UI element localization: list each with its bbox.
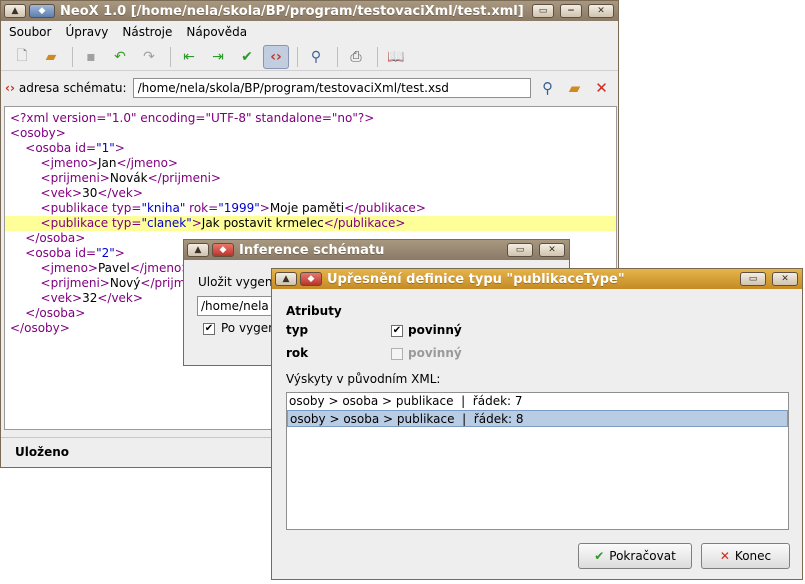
schema-search-icon[interactable]: ⚲ bbox=[538, 79, 558, 97]
toolbar-separator bbox=[297, 46, 298, 67]
type-dialog-titlebar[interactable]: ▲ ◆ Upřesnění definice typu "publikaceTy… bbox=[272, 269, 802, 289]
code-line: <osoba id="1"> bbox=[25, 141, 125, 155]
list-item[interactable]: osoby > osoba > publikace | řádek: 7 bbox=[287, 393, 788, 410]
attr-typ-label: typ bbox=[286, 323, 309, 337]
search-icon[interactable]: ⚲ bbox=[303, 45, 329, 69]
restore-icon[interactable]: ▭ bbox=[532, 4, 554, 18]
app-icon: ◆ bbox=[300, 272, 322, 286]
toolbar-separator bbox=[377, 46, 378, 67]
inference-path-input[interactable] bbox=[197, 296, 277, 316]
menu-soubor[interactable]: Soubor bbox=[9, 25, 51, 39]
toolbar-separator bbox=[72, 46, 73, 67]
code-line: <publikace typ="kniha" rok="1999">Moje p… bbox=[40, 201, 426, 215]
cancel-button[interactable]: ✕ Konec bbox=[701, 543, 790, 569]
menu-napoveda[interactable]: Nápověda bbox=[186, 25, 247, 39]
window-menu-icon[interactable]: ▲ bbox=[4, 4, 26, 18]
inference-checkbox-label: Po vygen bbox=[221, 321, 276, 335]
window-menu-icon[interactable]: ▲ bbox=[275, 272, 297, 286]
app-icon: ◆ bbox=[212, 243, 234, 257]
continue-label: Pokračovat bbox=[609, 549, 676, 563]
toolbar-separator bbox=[337, 46, 338, 67]
menu-upravy[interactable]: Úpravy bbox=[65, 25, 108, 39]
inference-checkbox[interactable]: ✔ bbox=[203, 323, 215, 335]
type-dialog-body: Atributy typ ✔ povinný rok povinný Výsky… bbox=[272, 290, 802, 579]
new-file-icon[interactable]: 🗋 bbox=[9, 45, 35, 69]
close-icon[interactable]: ✕ bbox=[539, 243, 565, 257]
schema-path-input[interactable] bbox=[132, 78, 531, 98]
toolbar: 🗋 ▰ ▪ ↶ ↷ ⇤ ⇥ ✔ ‹› ⚲ ⎙ 📖 bbox=[1, 43, 618, 71]
close-icon[interactable]: ✕ bbox=[588, 4, 614, 18]
cancel-label: Konec bbox=[734, 549, 772, 563]
indent-right-icon[interactable]: ⇥ bbox=[205, 45, 231, 69]
inference-title: Inference schématu bbox=[239, 242, 385, 258]
main-titlebar[interactable]: ▲ ◆ NeoX 1.0 [/home/nela/skola/BP/progra… bbox=[1, 1, 618, 21]
attr-rok-required-label: povinný bbox=[408, 346, 462, 360]
inference-save-label: Uložit vygene bbox=[198, 275, 280, 289]
indent-left-icon[interactable]: ⇤ bbox=[176, 45, 202, 69]
type-definition-dialog: ▲ ◆ Upřesnění definice typu "publikaceTy… bbox=[271, 268, 803, 580]
window-menu-icon[interactable]: ▲ bbox=[187, 243, 209, 257]
schema-label: adresa schématu: bbox=[18, 81, 127, 95]
attr-typ-required-checkbox[interactable]: ✔ bbox=[391, 325, 403, 337]
schema-address-row: ‹› adresa schématu: ⚲ ▰ ✕ bbox=[1, 73, 618, 103]
book-icon[interactable]: 📖 bbox=[383, 45, 409, 69]
minimize-icon[interactable]: − bbox=[560, 4, 582, 18]
attributes-heading: Atributy bbox=[286, 304, 342, 318]
save-icon[interactable]: ▪ bbox=[78, 45, 104, 69]
open-folder-icon[interactable]: ▰ bbox=[38, 45, 64, 69]
schema-open-folder-icon[interactable]: ▰ bbox=[565, 79, 585, 97]
schema-diamond-icon: ‹› bbox=[5, 81, 15, 95]
code-line: <prijmeni>Novák</prijmeni> bbox=[40, 171, 221, 185]
schema-clear-icon[interactable]: ✕ bbox=[592, 79, 612, 97]
attr-typ-required-label: povinný bbox=[408, 323, 462, 337]
schema-toggle-icon[interactable]: ‹› bbox=[263, 44, 289, 69]
print-icon[interactable]: ⎙ bbox=[343, 45, 369, 69]
continue-button[interactable]: ✔ Pokračovat bbox=[578, 543, 692, 569]
code-line: <osoby> bbox=[10, 126, 66, 140]
menu-nastroje[interactable]: Nástroje bbox=[122, 25, 172, 39]
undo-icon[interactable]: ↶ bbox=[107, 45, 133, 69]
restore-icon[interactable]: ▭ bbox=[740, 272, 766, 286]
occurrences-list[interactable]: osoby > osoba > publikace | řádek: 7 oso… bbox=[286, 392, 789, 530]
validate-check-icon[interactable]: ✔ bbox=[234, 45, 260, 69]
inference-titlebar[interactable]: ▲ ◆ Inference schématu ▭ ✕ bbox=[184, 240, 569, 260]
occurrences-label: Výskyty v původním XML: bbox=[286, 372, 441, 386]
status-text: Uloženo bbox=[15, 444, 70, 459]
restore-icon[interactable]: ▭ bbox=[507, 243, 533, 257]
check-icon: ✔ bbox=[594, 549, 605, 563]
menubar: Soubor Úpravy Nástroje Nápověda bbox=[1, 22, 618, 42]
code-line: <vek>30</vek> bbox=[40, 186, 143, 200]
code-line: <jmeno>Jan</jmeno> bbox=[40, 156, 178, 170]
main-window-title: NeoX 1.0 [/home/nela/skola/BP/program/te… bbox=[60, 3, 524, 19]
close-icon[interactable]: ✕ bbox=[772, 272, 798, 286]
code-line: <?xml version="1.0" encoding="UTF-8" sta… bbox=[10, 111, 375, 125]
redo-icon[interactable]: ↷ bbox=[136, 45, 162, 69]
attr-rok-required-checkbox[interactable] bbox=[391, 348, 403, 360]
type-dialog-title: Upřesnění definice typu "publikaceType" bbox=[327, 271, 625, 287]
list-item-selected[interactable]: osoby > osoba > publikace | řádek: 8 bbox=[287, 410, 788, 427]
toolbar-separator bbox=[170, 46, 171, 67]
code-line-highlighted: <publikace typ="clanek">Jak postavit krm… bbox=[5, 216, 616, 231]
cross-icon: ✕ bbox=[719, 549, 730, 563]
attr-rok-label: rok bbox=[286, 346, 309, 360]
app-icon: ◆ bbox=[29, 4, 55, 18]
